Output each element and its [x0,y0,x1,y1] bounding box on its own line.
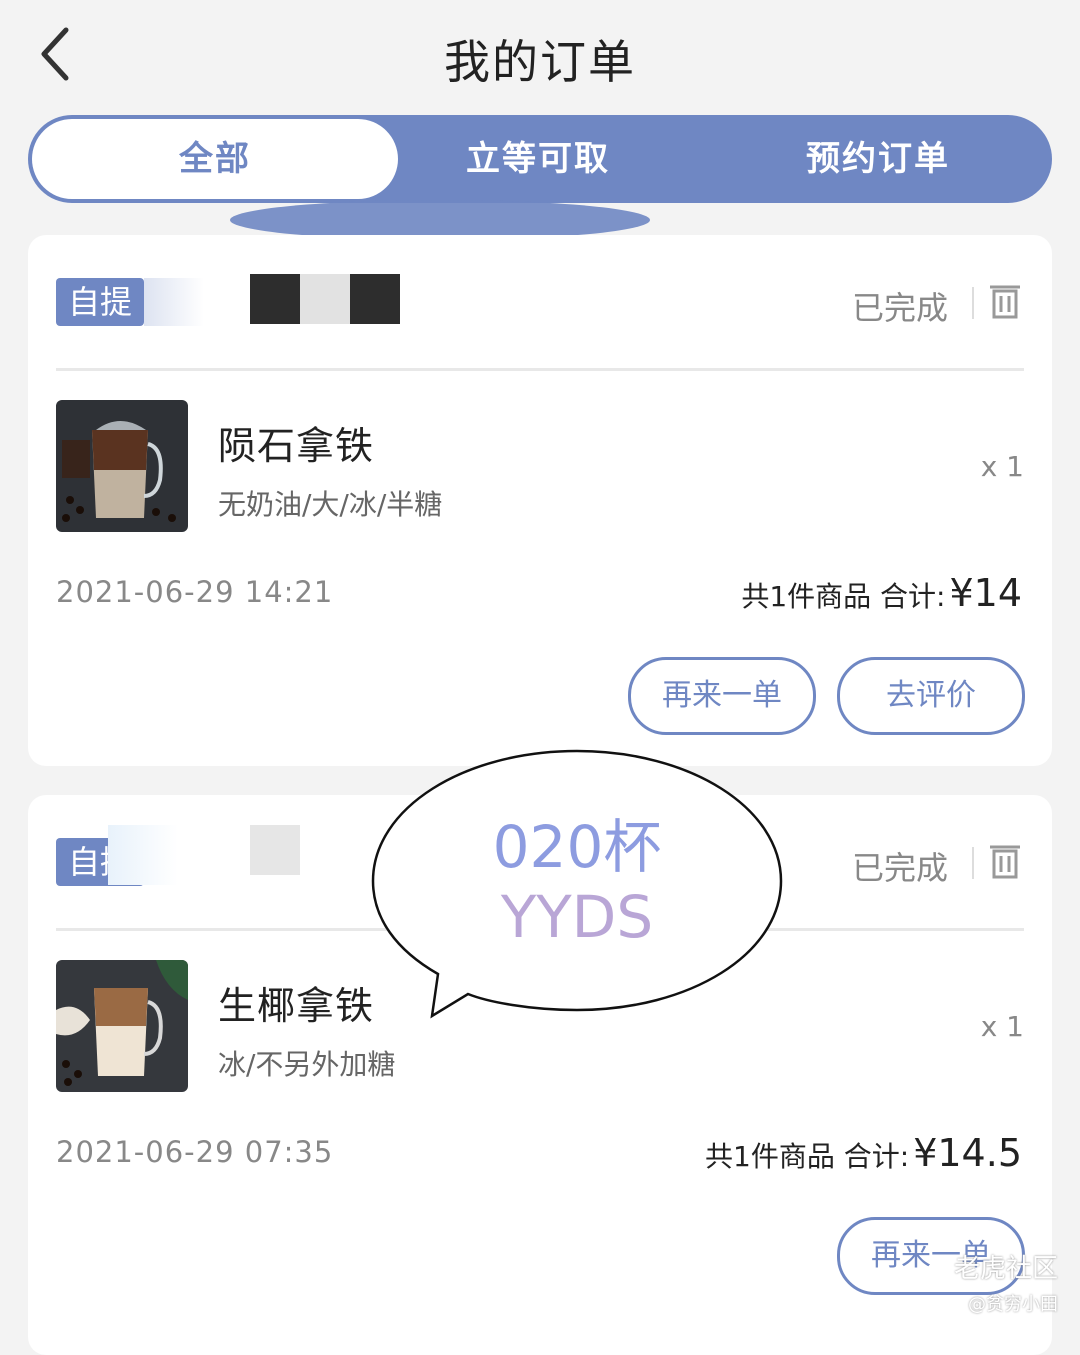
tab-decoration [230,200,650,240]
trash-icon[interactable] [988,841,1022,879]
annotation-line1: 020杯 [492,813,662,881]
divider [972,847,974,879]
product-name: 陨石拿铁 [218,424,375,468]
reorder-button[interactable]: 再来一单 [628,657,816,735]
order-total: 共1件商品 合计: ¥14 [741,571,1022,615]
review-button[interactable]: 去评价 [837,657,1025,735]
total-price: ¥14 [949,571,1022,615]
order-total: 共1件商品 合计: ¥14.5 [705,1131,1022,1175]
annotation-text: 020杯 YYDS [370,812,784,952]
watermark-author: @贫穷小田 [968,1294,1058,1315]
product-name: 生椰拿铁 [218,984,375,1028]
redaction-block [250,274,300,324]
tab-ready-now[interactable]: 立等可取 [368,115,708,203]
product-spec: 冰/不另外加糖 [218,1048,396,1081]
pickup-badge: 自提 [56,278,144,326]
order-time: 2021-06-29 07:35 [56,1135,334,1169]
divider [972,287,974,319]
order-filter-tabs: 全部 立等可取 预约订单 [28,115,1052,203]
redacted-store-name [144,278,204,326]
order-status: 已完成 [851,289,948,327]
total-price: ¥14.5 [913,1131,1022,1175]
annotation-line2: YYDS [500,883,654,951]
order-time: 2021-06-29 14:21 [56,575,334,609]
tab-reserved[interactable]: 预约订单 [708,115,1048,203]
total-label: 共1件商品 合计: [741,580,946,613]
redacted-store-name [108,825,178,885]
divider [56,368,1024,371]
product-image [56,960,188,1092]
redaction-block [350,274,400,324]
total-label: 共1件商品 合计: [705,1140,910,1173]
order-card[interactable]: 自提 已完成 陨石拿铁 无奶油/大/冰/半糖 x 1 2021-06-29 14… [28,235,1052,766]
order-status: 已完成 [851,849,948,887]
trash-icon[interactable] [988,281,1022,319]
product-quantity: x 1 [980,450,1024,483]
redaction-block [300,274,350,324]
product-spec: 无奶油/大/冰/半糖 [218,488,443,521]
product-quantity: x 1 [980,1010,1024,1043]
product-image [56,400,188,532]
tab-all[interactable]: 全部 [32,119,398,199]
top-bar: 我的订单 [0,0,1080,112]
watermark: 老虎社区 [953,1254,1058,1284]
redaction-block [250,825,300,875]
page-title: 我的订单 [444,35,636,89]
